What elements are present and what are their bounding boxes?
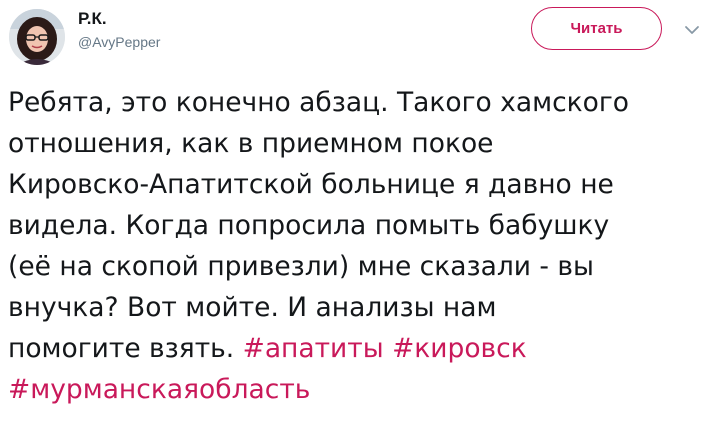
- hashtag-link[interactable]: #мурманскаяобласть: [8, 374, 310, 405]
- tweet-text-segment: помогите взять.: [8, 333, 243, 364]
- user-info: Р.К. @AvyPepper: [78, 8, 160, 52]
- tweet-text-line: видела. Когда попросила помыть бабушку: [8, 210, 610, 241]
- tweet-text-line-hashtag: #мурманскаяобласть: [8, 369, 708, 410]
- follow-button[interactable]: Читать: [531, 7, 662, 50]
- hashtag-link[interactable]: #апатиты: [243, 333, 384, 364]
- user-handle[interactable]: @AvyPepper: [78, 32, 160, 52]
- tweet-text-line: Ребята, это конечно абзац. Такого хамско…: [8, 87, 630, 118]
- avatar-image: [9, 9, 65, 65]
- chevron-down-icon[interactable]: [683, 22, 701, 36]
- tweet-text-line: отношения, как в приемном покое: [8, 128, 494, 159]
- tweet-text-line: Кировско-Апатитской больнице я давно не: [8, 169, 614, 200]
- tweet-card: Р.К. @AvyPepper Читать Ребята, это конеч…: [0, 0, 712, 421]
- display-name[interactable]: Р.К.: [78, 8, 160, 30]
- tweet-text-line: (её на скопой привезли) мне сказали - вы: [8, 251, 594, 282]
- tweet-text-line: внучка? Вот мойте. И анализы нам: [8, 292, 497, 323]
- tweet-text-line-with-hashtags: помогите взять. #апатиты #кировск: [8, 328, 708, 369]
- tweet-text: Ребята, это конечно абзац. Такого хамско…: [8, 82, 708, 410]
- hashtag-link[interactable]: #кировск: [392, 333, 527, 364]
- avatar[interactable]: [9, 9, 65, 65]
